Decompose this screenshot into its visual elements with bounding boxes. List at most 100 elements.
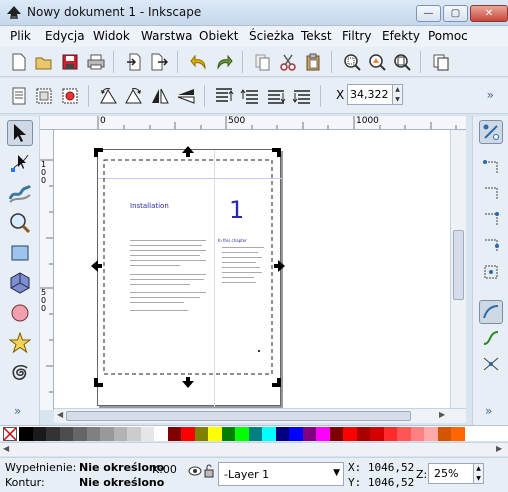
- color-swatch[interactable]: [302, 427, 316, 441]
- color-swatch[interactable]: [451, 427, 465, 441]
- color-swatch[interactable]: [316, 427, 330, 441]
- menu-warstwa[interactable]: Warstwa: [141, 29, 193, 43]
- snap-bbox-edge-icon[interactable]: [479, 182, 503, 206]
- color-swatch[interactable]: [86, 427, 100, 441]
- rectangle-tool-icon[interactable]: [7, 240, 33, 266]
- deselect-icon[interactable]: [59, 85, 81, 107]
- palette-scroll-right-icon[interactable]: ▶: [496, 444, 502, 453]
- zoom-input[interactable]: 25%: [428, 463, 474, 484]
- color-swatch[interactable]: [181, 427, 195, 441]
- color-swatch[interactable]: [383, 427, 397, 441]
- color-swatch[interactable]: [127, 427, 141, 441]
- redo-icon[interactable]: [213, 51, 235, 73]
- snap-bbox-midpoint-icon[interactable]: [479, 234, 503, 258]
- color-swatch[interactable]: [100, 427, 114, 441]
- horizontal-scroll-thumb[interactable]: [66, 411, 411, 421]
- color-swatch[interactable]: [262, 427, 276, 441]
- color-swatch[interactable]: [221, 427, 235, 441]
- stroke-value[interactable]: Nie określono: [79, 476, 164, 489]
- open-icon[interactable]: [33, 51, 55, 73]
- drawing-canvas[interactable]: Installation 1 In this chapter: [54, 130, 450, 408]
- cut-icon[interactable]: [277, 51, 299, 73]
- snap-toggle-icon[interactable]: [479, 120, 503, 144]
- color-swatch[interactable]: [73, 427, 87, 441]
- toolbar-overflow-icon[interactable]: »: [487, 88, 494, 102]
- lower-icon[interactable]: [265, 85, 287, 107]
- raise-to-top-icon[interactable]: [213, 85, 235, 107]
- menu-edycja[interactable]: Edycja: [45, 29, 85, 43]
- color-swatch[interactable]: [235, 427, 249, 441]
- zoom-page-icon[interactable]: [391, 51, 413, 73]
- flip-horizontal-icon[interactable]: [149, 85, 171, 107]
- color-swatch[interactable]: [167, 427, 181, 441]
- vertical-scroll-thumb[interactable]: [453, 230, 464, 300]
- selector-tool-icon[interactable]: [7, 120, 33, 146]
- document-properties-icon[interactable]: [430, 51, 452, 73]
- color-swatch[interactable]: [194, 427, 208, 441]
- menu-filtry[interactable]: Filtry: [342, 29, 371, 43]
- star-tool-icon[interactable]: [7, 330, 33, 356]
- color-swatch[interactable]: [437, 427, 451, 441]
- opacity-control[interactable]: K:00: [152, 463, 177, 476]
- 3d-box-tool-icon[interactable]: [7, 270, 33, 296]
- menu-plik[interactable]: Plik: [10, 29, 31, 43]
- snap-bbox-corner-icon[interactable]: [479, 208, 503, 232]
- color-swatch[interactable]: [397, 427, 411, 441]
- color-swatch[interactable]: [19, 427, 33, 441]
- palette-scroll-left-icon[interactable]: ◀: [3, 444, 9, 453]
- no-paint-swatch[interactable]: [3, 427, 17, 441]
- print-icon[interactable]: [85, 51, 107, 73]
- menu-efekty[interactable]: Efekty: [382, 29, 420, 43]
- zoom-selection-icon[interactable]: [341, 51, 363, 73]
- scroll-right-icon[interactable]: ▶: [439, 410, 445, 419]
- menu-sciezka[interactable]: Ścieżka: [249, 29, 294, 43]
- snap-nodes-icon[interactable]: [479, 300, 503, 324]
- visibility-toggle-icon[interactable]: [188, 465, 202, 480]
- opacity-value[interactable]: 00: [163, 463, 177, 476]
- paste-icon[interactable]: [302, 51, 324, 73]
- color-swatch[interactable]: [248, 427, 262, 441]
- maximize-button[interactable]: ▢: [443, 5, 468, 22]
- color-swatch[interactable]: [154, 427, 168, 441]
- color-swatch[interactable]: [289, 427, 303, 441]
- snapbar-overflow-icon[interactable]: »: [485, 404, 492, 418]
- menu-obiekt[interactable]: Obiekt: [199, 29, 238, 43]
- color-swatch[interactable]: [208, 427, 222, 441]
- menu-pomoc[interactable]: Pomoc: [428, 29, 468, 43]
- color-swatch[interactable]: [46, 427, 60, 441]
- import-icon[interactable]: [123, 51, 145, 73]
- horizontal-scrollbar[interactable]: ◀ ▶: [54, 408, 466, 423]
- lock-toggle-icon[interactable]: [203, 464, 215, 481]
- x-input[interactable]: 34,322: [347, 84, 393, 105]
- color-swatch[interactable]: [59, 427, 73, 441]
- ellipse-tool-icon[interactable]: [7, 300, 33, 326]
- color-swatch[interactable]: [140, 427, 154, 441]
- color-swatch[interactable]: [356, 427, 370, 441]
- color-swatch[interactable]: [410, 427, 424, 441]
- color-swatch[interactable]: [113, 427, 127, 441]
- color-swatch[interactable]: [343, 427, 357, 441]
- export-icon[interactable]: [148, 51, 170, 73]
- color-swatch[interactable]: [329, 427, 343, 441]
- tweak-tool-icon[interactable]: [7, 180, 33, 206]
- select-all-icon[interactable]: [8, 85, 30, 107]
- close-button[interactable]: ✕: [470, 5, 508, 22]
- lower-to-bottom-icon[interactable]: [291, 85, 313, 107]
- new-document-icon[interactable]: [8, 51, 30, 73]
- rotate-cw-icon[interactable]: [123, 85, 145, 107]
- snap-bbox-icon[interactable]: [479, 156, 503, 180]
- color-swatch[interactable]: [275, 427, 289, 441]
- color-swatch[interactable]: [32, 427, 46, 441]
- zoom-spinner[interactable]: ▲ ▼: [474, 463, 484, 484]
- node-tool-icon[interactable]: [7, 150, 33, 176]
- raise-icon[interactable]: [239, 85, 261, 107]
- select-all-layers-icon[interactable]: [33, 85, 55, 107]
- snap-intersections-icon[interactable]: [479, 352, 503, 376]
- x-spinner[interactable]: ▲ ▼: [393, 84, 403, 105]
- menu-widok[interactable]: Widok: [93, 29, 130, 43]
- palette-scrollbar[interactable]: ◀ ▶: [0, 442, 508, 456]
- color-swatch[interactable]: [370, 427, 384, 441]
- save-icon[interactable]: [59, 51, 81, 73]
- flip-vertical-icon[interactable]: [175, 85, 197, 107]
- snap-bbox-center-icon[interactable]: [479, 260, 503, 284]
